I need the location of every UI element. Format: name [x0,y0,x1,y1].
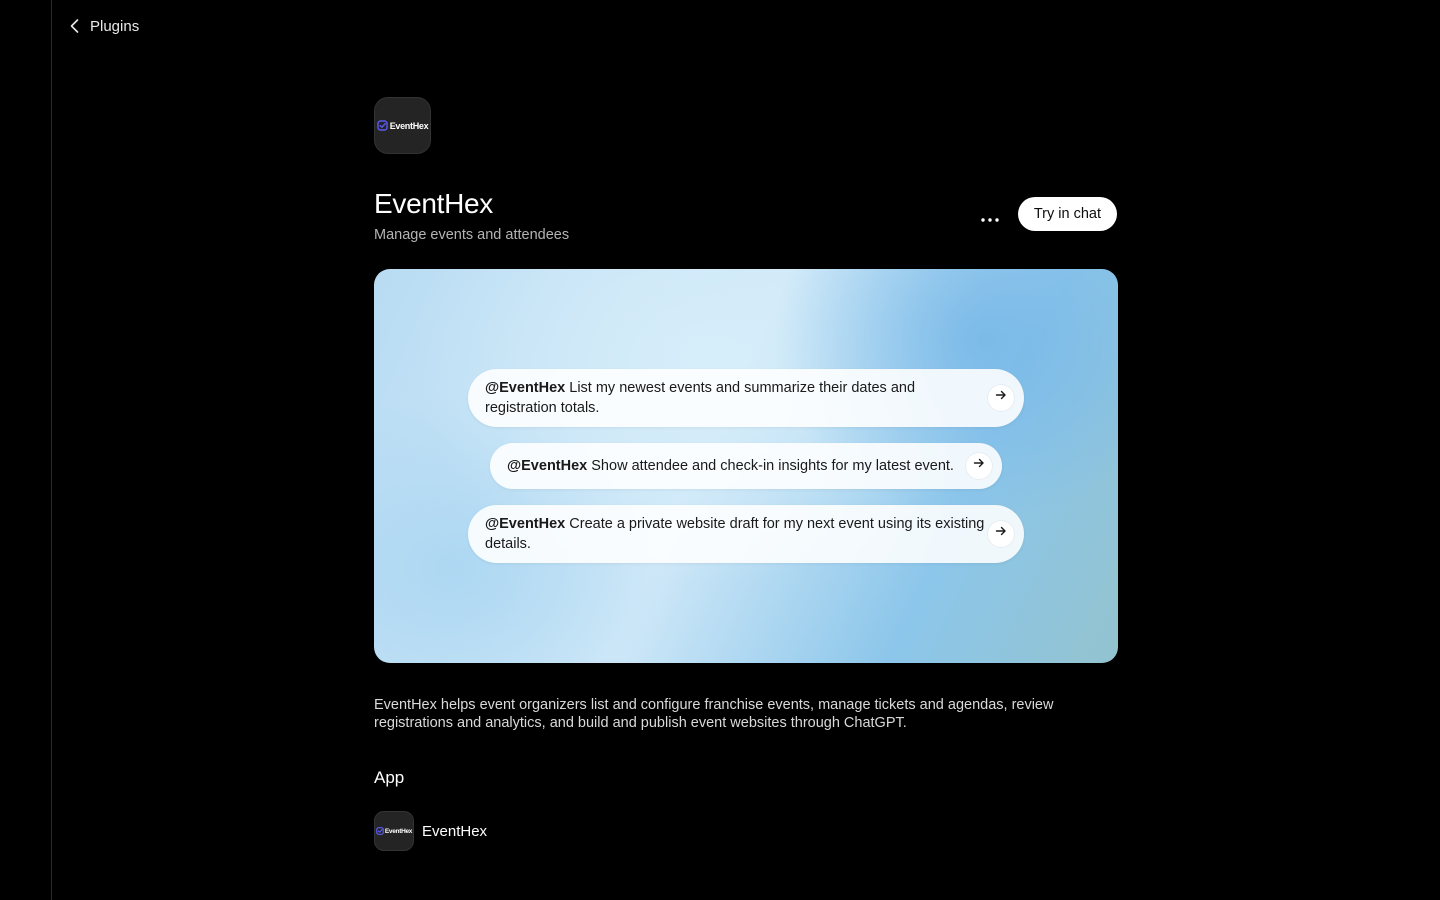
arrow-right-icon [994,524,1008,544]
prompt-mention: @EventHex [485,516,566,532]
app-list-name: EventHex [422,822,488,840]
example-prompt[interactable]: @EventHex Show attendee and check-in ins… [490,443,1002,489]
app-subtitle: Manage events and attendees [374,227,570,243]
logo-wordmark: EventHex [389,120,429,131]
example-prompts-panel: @EventHex List my newest events and summ… [374,269,1118,663]
arrow-right-icon [972,456,986,476]
app-title: EventHex [374,188,493,219]
arrow-right-icon [994,388,1008,408]
more-options-button[interactable] [975,203,1005,233]
send-prompt-button[interactable] [966,453,992,479]
example-prompt[interactable]: @EventHex List my newest events and summ… [468,369,1024,427]
plugin-content: EventHex EventHex Manage events and atte… [374,97,1118,851]
prompt-text: @EventHex Show attendee and check-in ins… [507,456,966,476]
sidebar-divider [51,0,52,900]
prompt-body: Show attendee and check-in insights for … [587,458,954,474]
chevron-left-icon [68,18,82,34]
prompt-mention: @EventHex [485,380,566,396]
app-list-item[interactable]: EventHex EventHex [374,811,1118,851]
send-prompt-button[interactable] [988,521,1014,547]
checkmark-logo-icon [376,120,388,131]
apps-section-title: App [374,768,405,787]
ellipsis-icon [981,209,999,227]
app-logo: EventHex [374,97,431,154]
send-prompt-button[interactable] [988,385,1014,411]
checkmark-logo-icon [376,822,384,840]
logo-wordmark: EventHex [384,827,413,835]
app-description: EventHex helps event organizers list and… [374,697,1054,731]
prompt-text: @EventHex List my newest events and summ… [485,378,988,418]
app-header: EventHex Manage events and attendees Try… [374,188,1118,248]
try-in-chat-button[interactable]: Try in chat [1017,197,1117,231]
plugin-detail-page: Plugins EventHex EventHex Manage events … [0,0,1440,900]
app-list-logo: EventHex [374,811,414,851]
prompt-mention: @EventHex [507,458,588,474]
back-to-plugins-link[interactable]: Plugins [68,14,139,38]
example-prompt[interactable]: @EventHex Create a private website draft… [468,505,1024,563]
prompt-text: @EventHex Create a private website draft… [485,514,988,554]
back-link-label: Plugins [90,17,140,35]
